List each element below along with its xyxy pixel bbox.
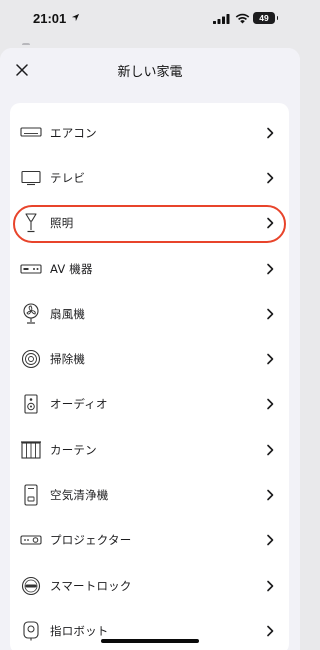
appliance-list: エアコン テレビ 照明 AV 機器 扇風機 掃除機 オーディオ カーテン 空気清… xyxy=(10,103,289,650)
list-item-lighting[interactable]: 照明 xyxy=(10,201,289,246)
list-item-tv[interactable]: テレビ xyxy=(10,155,289,200)
list-item-label: カーテン xyxy=(50,442,97,457)
list-item-curtain[interactable]: カーテン xyxy=(10,427,289,472)
chevron-right-icon xyxy=(267,535,274,546)
list-item-label: プロジェクター xyxy=(50,533,132,548)
list-item-label: オーディオ xyxy=(50,397,108,412)
chevron-right-icon xyxy=(267,444,274,456)
sheet-header: 新しい家電 xyxy=(0,48,300,93)
list-item-audio[interactable]: オーディオ xyxy=(10,382,289,427)
chevron-right-icon xyxy=(267,172,274,184)
tv-icon xyxy=(20,167,42,189)
status-time: 21:01 xyxy=(33,11,67,26)
robot-vacuum-icon xyxy=(20,348,42,370)
list-item-label: テレビ xyxy=(50,170,86,185)
location-arrow-icon xyxy=(71,13,80,22)
chevron-right-icon xyxy=(267,308,274,320)
list-item-projector[interactable]: プロジェクター xyxy=(10,518,289,563)
list-item-smart-lock[interactable]: スマートロック xyxy=(10,563,289,608)
smart-lock-icon xyxy=(20,575,42,597)
list-item-label: 扇風機 xyxy=(50,306,86,321)
lighting-icon xyxy=(20,212,42,234)
chevron-right-icon xyxy=(267,263,274,274)
av-device-icon xyxy=(20,258,42,280)
list-item-finger-robot[interactable]: 指ロボット xyxy=(10,608,289,650)
wifi-icon xyxy=(235,13,250,24)
curtain-icon xyxy=(20,439,42,461)
battery-indicator: 49 xyxy=(253,12,278,24)
list-item-label: 指ロボット xyxy=(50,623,109,638)
list-item-air-conditioner[interactable]: エアコン xyxy=(10,110,289,155)
new-appliance-sheet: 新しい家電 エアコン テレビ 照明 AV 機器 扇風機 掃除機 オーディオ カー… xyxy=(0,48,300,650)
chevron-right-icon xyxy=(267,489,274,501)
finger-robot-icon xyxy=(20,620,42,642)
list-item-label: 掃除機 xyxy=(50,352,86,367)
chevron-right-icon xyxy=(267,127,274,138)
fan-icon xyxy=(20,303,42,325)
page-title: 新しい家電 xyxy=(117,65,183,80)
chevron-right-icon xyxy=(267,625,274,637)
list-item-label: AV 機器 xyxy=(50,261,93,276)
list-item-label: 照明 xyxy=(50,216,74,231)
list-item-label: 空気清浄機 xyxy=(50,488,109,503)
chevron-right-icon xyxy=(267,580,274,591)
list-item-vacuum[interactable]: 掃除機 xyxy=(10,336,289,381)
signal-icon xyxy=(213,14,230,24)
list-item-label: スマートロック xyxy=(50,578,132,593)
list-item-label: エアコン xyxy=(50,125,97,140)
list-item-air-purifier[interactable]: 空気清浄機 xyxy=(10,472,289,517)
air-purifier-icon xyxy=(20,484,42,506)
list-item-fan[interactable]: 扇風機 xyxy=(10,291,289,336)
chevron-right-icon xyxy=(267,217,274,229)
speaker-icon xyxy=(20,393,42,415)
list-item-av-device[interactable]: AV 機器 xyxy=(10,246,289,291)
chevron-right-icon xyxy=(267,399,274,410)
air-conditioner-icon xyxy=(20,122,42,144)
projector-icon xyxy=(20,529,42,551)
home-indicator[interactable] xyxy=(101,639,199,643)
chevron-right-icon xyxy=(267,353,274,365)
status-bar: 21:01 49 xyxy=(0,0,300,40)
